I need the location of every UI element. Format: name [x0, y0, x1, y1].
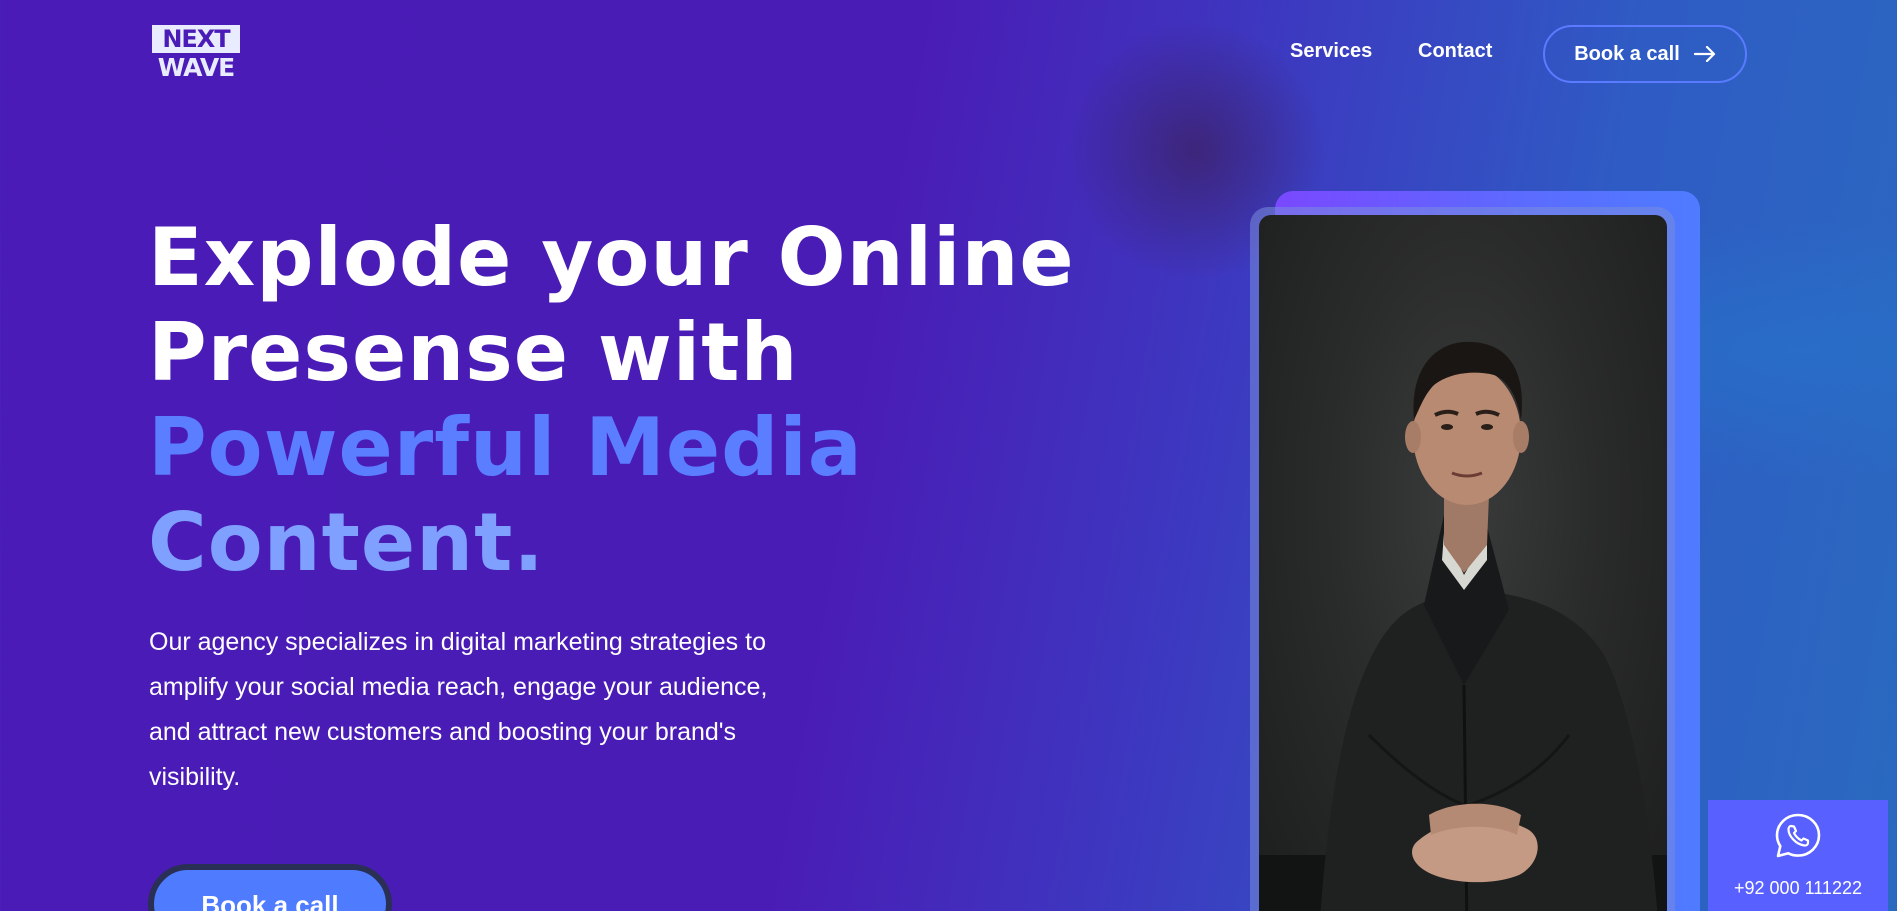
book-call-hero-label: Book a call [201, 890, 339, 911]
hero-title-line-1: Explode your Online [148, 211, 1075, 304]
book-call-header-label: Book a call [1574, 42, 1680, 65]
presenter-video-frame [1259, 341, 1667, 911]
nav-link-services[interactable]: Services [1290, 40, 1372, 63]
logo-text-top: NEXT [152, 25, 240, 53]
hero-title-line-4: Content. [148, 496, 545, 589]
whatsapp-phone-number: +92 000 111222 [1734, 878, 1862, 898]
arrow-right-icon [1693, 46, 1715, 62]
hero-description: Our agency specializes in digital market… [149, 628, 768, 791]
hero-title: Explode your Online Presense with Powerf… [148, 210, 1075, 590]
hero-video[interactable] [1259, 215, 1667, 911]
logo-text-bottom: WAVE [157, 53, 236, 82]
whatsapp-icon [1775, 813, 1821, 858]
hero-title-line-2: Presense with [148, 306, 799, 399]
site-header: NEXT WAVE Services Contact Book a call [0, 0, 1897, 110]
book-call-header-button[interactable]: Book a call [1543, 25, 1747, 83]
hero-title-line-3: Powerful Media [148, 401, 863, 494]
whatsapp-widget[interactable]: +92 000 111222 [1708, 800, 1888, 911]
book-call-hero-button[interactable]: Book a call [148, 864, 392, 911]
nextwave-logo[interactable]: NEXT WAVE [152, 25, 240, 85]
nav-link-contact[interactable]: Contact [1418, 40, 1492, 63]
